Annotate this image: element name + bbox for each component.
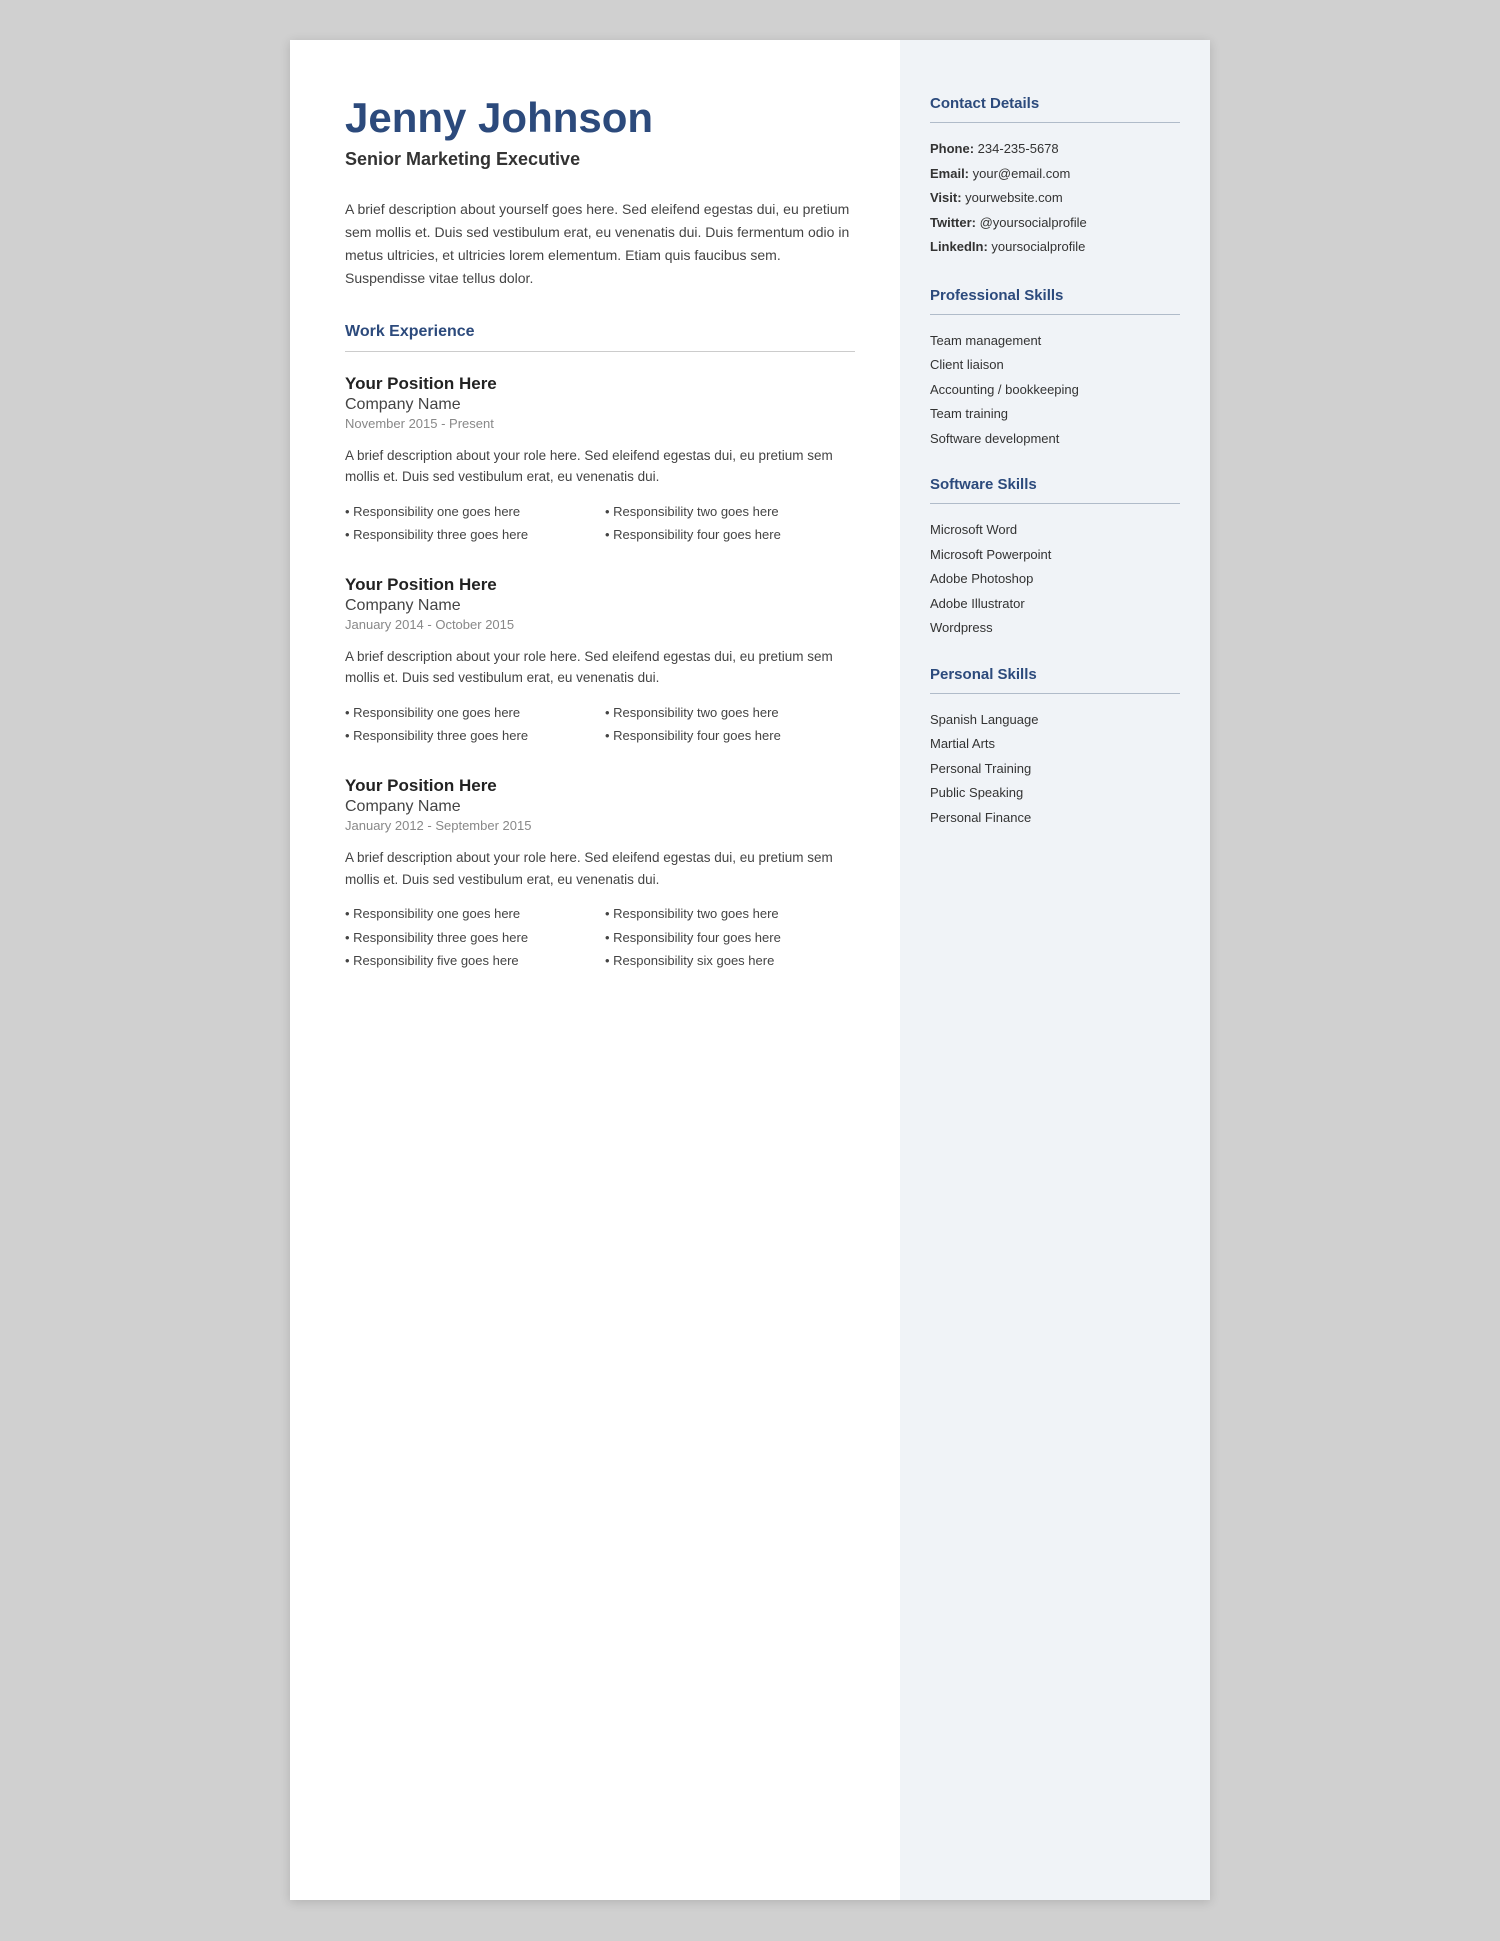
job-1-company: Company Name bbox=[345, 396, 855, 414]
prof-skill-3: Accounting / bookkeeping bbox=[930, 380, 1180, 400]
contact-website-value: yourwebsite.com bbox=[965, 190, 1063, 205]
resume-page: Jenny Johnson Senior Marketing Executive… bbox=[290, 40, 1210, 1900]
job-2-resp-4: Responsibility four goes here bbox=[605, 726, 855, 746]
contact-email-label: Email: bbox=[930, 166, 973, 181]
professional-skills-heading: Professional Skills bbox=[930, 287, 1180, 304]
software-skills-divider bbox=[930, 503, 1180, 504]
left-column: Jenny Johnson Senior Marketing Executive… bbox=[290, 40, 900, 1900]
soft-skill-4: Adobe Illustrator bbox=[930, 594, 1180, 614]
job-2-description: A brief description about your role here… bbox=[345, 646, 855, 689]
job-1-resp-1: Responsibility one goes here bbox=[345, 502, 595, 522]
job-3-resp-6: Responsibility six goes here bbox=[605, 951, 855, 971]
job-3-description: A brief description about your role here… bbox=[345, 847, 855, 890]
contact-twitter: Twitter: @yoursocialprofile bbox=[930, 213, 1180, 233]
soft-skill-1: Microsoft Word bbox=[930, 520, 1180, 540]
soft-skill-3: Adobe Photoshop bbox=[930, 569, 1180, 589]
contact-divider bbox=[930, 122, 1180, 123]
professional-skills-section: Professional Skills Team management Clie… bbox=[930, 287, 1180, 449]
job-2-dates: January 2014 - October 2015 bbox=[345, 617, 855, 632]
personal-skills-section: Personal Skills Spanish Language Martial… bbox=[930, 666, 1180, 828]
job-3-company: Company Name bbox=[345, 798, 855, 816]
job-block-1: Your Position Here Company Name November… bbox=[345, 374, 855, 545]
professional-skills-divider bbox=[930, 314, 1180, 315]
job-block-2: Your Position Here Company Name January … bbox=[345, 575, 855, 746]
contact-twitter-label: Twitter: bbox=[930, 215, 980, 230]
job-1-responsibilities: Responsibility one goes here Responsibil… bbox=[345, 502, 855, 545]
job-3-resp-2: Responsibility two goes here bbox=[605, 904, 855, 924]
work-experience-divider bbox=[345, 351, 855, 352]
right-column: Contact Details Phone: 234-235-5678 Emai… bbox=[900, 40, 1210, 1900]
summary-text: A brief description about yourself goes … bbox=[345, 198, 855, 290]
job-1-position: Your Position Here bbox=[345, 374, 855, 394]
software-skills-section: Software Skills Microsoft Word Microsoft… bbox=[930, 476, 1180, 638]
job-3-resp-5: Responsibility five goes here bbox=[345, 951, 595, 971]
contact-phone-label: Phone: bbox=[930, 141, 978, 156]
job-3-dates: January 2012 - September 2015 bbox=[345, 818, 855, 833]
candidate-name: Jenny Johnson bbox=[345, 95, 855, 141]
contact-phone: Phone: 234-235-5678 bbox=[930, 139, 1180, 159]
prof-skill-2: Client liaison bbox=[930, 355, 1180, 375]
contact-website-label: Visit: bbox=[930, 190, 965, 205]
job-block-3: Your Position Here Company Name January … bbox=[345, 776, 855, 971]
job-1-resp-2: Responsibility two goes here bbox=[605, 502, 855, 522]
prof-skill-4: Team training bbox=[930, 404, 1180, 424]
job-1-resp-4: Responsibility four goes here bbox=[605, 525, 855, 545]
job-2-resp-1: Responsibility one goes here bbox=[345, 703, 595, 723]
prof-skill-1: Team management bbox=[930, 331, 1180, 351]
contact-linkedin-value: yoursocialprofile bbox=[991, 239, 1085, 254]
job-2-responsibilities: Responsibility one goes here Responsibil… bbox=[345, 703, 855, 746]
contact-website: Visit: yourwebsite.com bbox=[930, 188, 1180, 208]
job-3-resp-3: Responsibility three goes here bbox=[345, 928, 595, 948]
contact-linkedin-label: LinkedIn: bbox=[930, 239, 991, 254]
job-1-dates: November 2015 - Present bbox=[345, 416, 855, 431]
pers-skill-4: Public Speaking bbox=[930, 783, 1180, 803]
candidate-title: Senior Marketing Executive bbox=[345, 149, 855, 170]
pers-skill-3: Personal Training bbox=[930, 759, 1180, 779]
job-2-position: Your Position Here bbox=[345, 575, 855, 595]
pers-skill-2: Martial Arts bbox=[930, 734, 1180, 754]
personal-skills-divider bbox=[930, 693, 1180, 694]
contact-heading: Contact Details bbox=[930, 95, 1180, 112]
prof-skill-5: Software development bbox=[930, 429, 1180, 449]
soft-skill-2: Microsoft Powerpoint bbox=[930, 545, 1180, 565]
job-2-company: Company Name bbox=[345, 597, 855, 615]
soft-skill-5: Wordpress bbox=[930, 618, 1180, 638]
software-skills-heading: Software Skills bbox=[930, 476, 1180, 493]
work-experience-heading: Work Experience bbox=[345, 323, 855, 341]
contact-email-value: your@email.com bbox=[973, 166, 1071, 181]
contact-phone-value: 234-235-5678 bbox=[978, 141, 1059, 156]
job-2-resp-2: Responsibility two goes here bbox=[605, 703, 855, 723]
job-3-responsibilities: Responsibility one goes here Responsibil… bbox=[345, 904, 855, 971]
pers-skill-1: Spanish Language bbox=[930, 710, 1180, 730]
pers-skill-5: Personal Finance bbox=[930, 808, 1180, 828]
contact-linkedin: LinkedIn: yoursocialprofile bbox=[930, 237, 1180, 257]
job-2-resp-3: Responsibility three goes here bbox=[345, 726, 595, 746]
personal-skills-heading: Personal Skills bbox=[930, 666, 1180, 683]
job-1-resp-3: Responsibility three goes here bbox=[345, 525, 595, 545]
contact-email: Email: your@email.com bbox=[930, 164, 1180, 184]
job-3-position: Your Position Here bbox=[345, 776, 855, 796]
job-1-description: A brief description about your role here… bbox=[345, 445, 855, 488]
contact-twitter-value: @yoursocialprofile bbox=[980, 215, 1087, 230]
contact-section: Contact Details Phone: 234-235-5678 Emai… bbox=[930, 95, 1180, 257]
job-3-resp-1: Responsibility one goes here bbox=[345, 904, 595, 924]
job-3-resp-4: Responsibility four goes here bbox=[605, 928, 855, 948]
